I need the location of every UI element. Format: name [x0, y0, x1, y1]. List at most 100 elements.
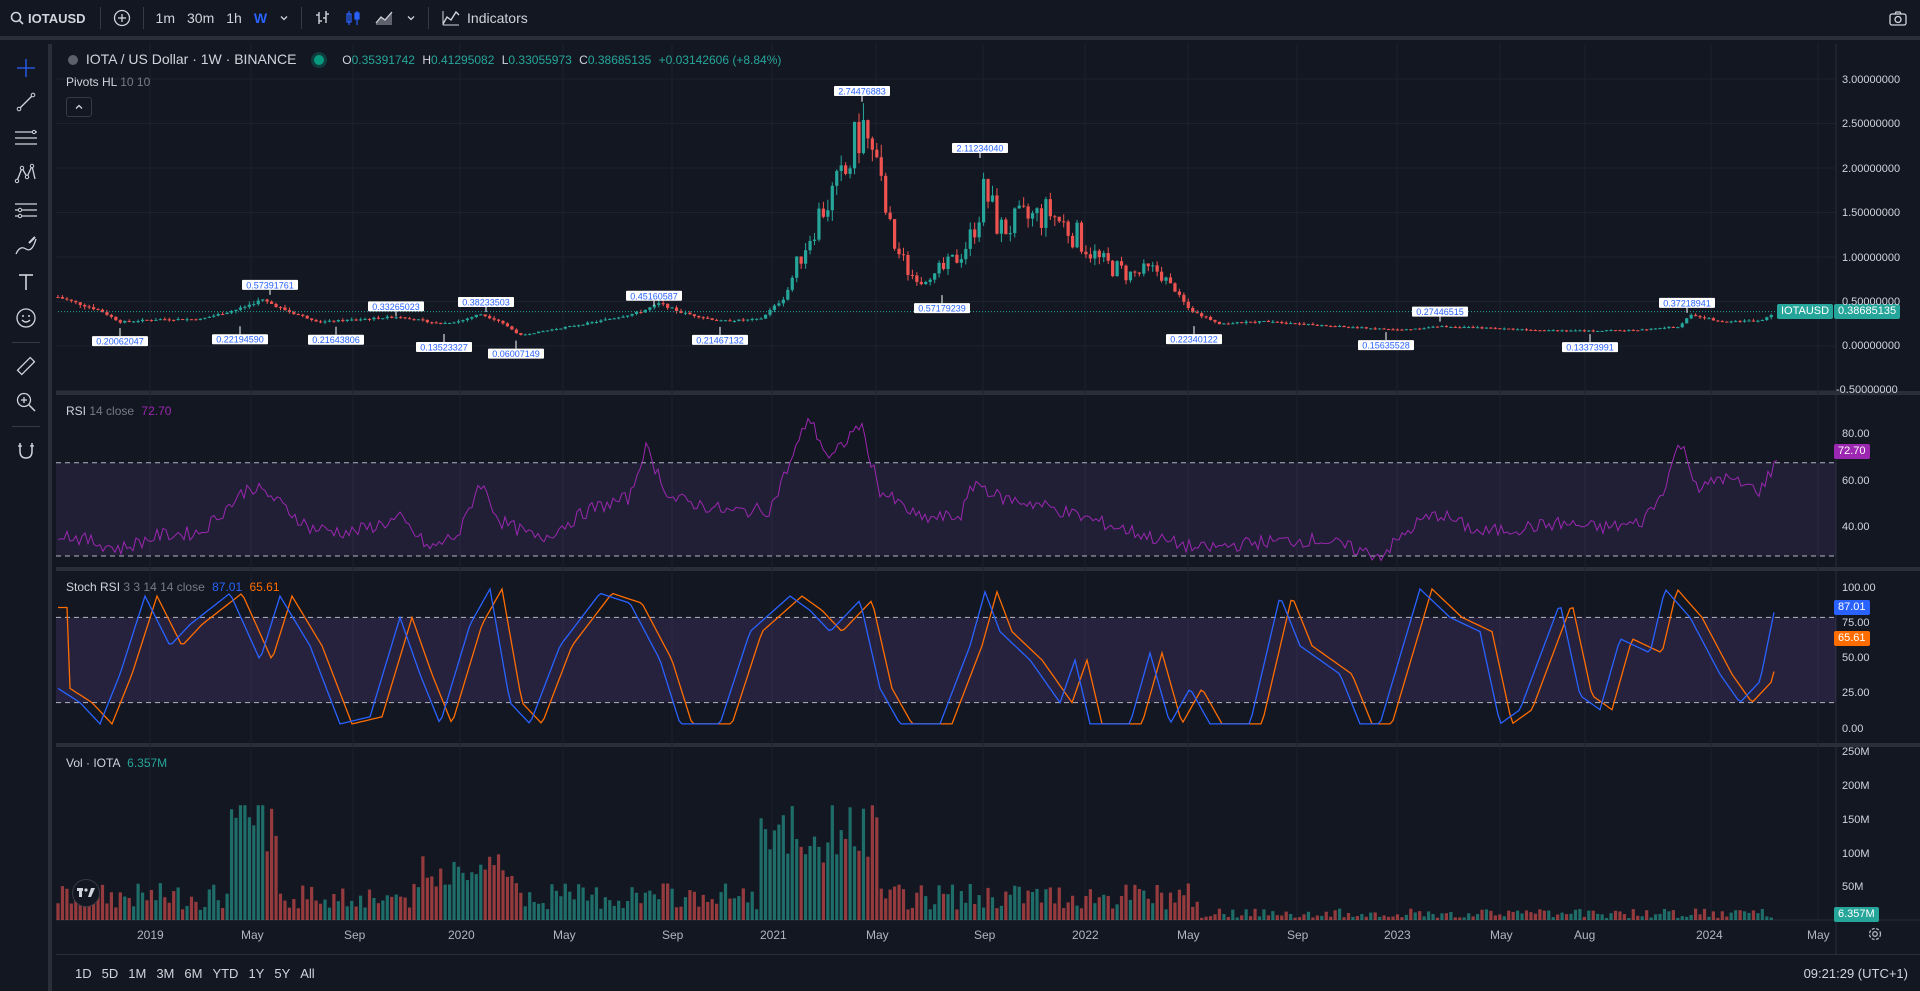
candle — [554, 329, 558, 331]
candle — [1039, 208, 1044, 228]
volume-bar — [666, 883, 670, 920]
range-1y[interactable]: 1Y — [243, 962, 269, 985]
volume-bar — [336, 901, 340, 920]
pivot-label: 0.20062047 — [96, 337, 144, 347]
candle — [301, 314, 305, 316]
candle — [1516, 329, 1520, 331]
volume-bar — [1271, 911, 1275, 920]
candle — [247, 304, 251, 307]
volume-bar — [879, 888, 883, 920]
candle — [1680, 323, 1684, 328]
volume-bar — [1035, 888, 1039, 920]
volume-bar — [830, 805, 834, 920]
candle — [483, 314, 487, 317]
candle — [875, 149, 879, 158]
candle — [1240, 322, 1244, 324]
range-5d[interactable]: 5D — [97, 962, 124, 985]
volume-bar — [1542, 910, 1546, 920]
volume-bar — [1133, 884, 1137, 920]
volume-bar — [1418, 911, 1422, 920]
candle — [799, 256, 803, 264]
volume-bar — [795, 839, 799, 920]
volume-bar — [1729, 912, 1733, 920]
range-3m[interactable]: 3M — [151, 962, 179, 985]
volume-bar — [1048, 887, 1052, 920]
candle — [1716, 320, 1720, 322]
candle — [741, 319, 745, 321]
volume-bar — [1293, 917, 1297, 920]
candle — [1605, 330, 1609, 332]
candle — [648, 307, 652, 310]
candle — [777, 303, 781, 306]
candle — [1200, 313, 1204, 317]
candle — [1030, 213, 1035, 219]
stoch-axis-label: 50.00 — [1842, 652, 1870, 664]
volume-bar — [1168, 892, 1173, 920]
volume-bar — [1115, 904, 1119, 920]
volume-bar — [1613, 910, 1618, 920]
volume-legend: Vol · IOTA 6.357M — [66, 756, 167, 770]
volume-bar — [1177, 889, 1181, 920]
candle — [697, 315, 701, 318]
volume-bar — [594, 887, 599, 920]
candle — [452, 322, 456, 324]
volume-bar — [1373, 912, 1377, 920]
candle — [826, 210, 830, 217]
volume-bar — [621, 907, 625, 920]
volume-bar — [1151, 903, 1155, 920]
volume-bar — [1653, 914, 1658, 920]
volume-bar — [581, 887, 585, 920]
candle — [474, 314, 478, 318]
candle — [737, 319, 741, 322]
volume-bar — [194, 901, 198, 920]
volume-bar — [1160, 892, 1164, 920]
chart-canvas[interactable]: 2.74476883 2.11234040 0.57391761 0.33265023… — [0, 0, 1920, 991]
candle — [590, 322, 594, 324]
candle — [1306, 323, 1311, 325]
collapse-legend-button[interactable] — [66, 97, 92, 117]
volume-bar — [114, 907, 118, 920]
volume-bar — [590, 894, 594, 920]
candle — [1685, 318, 1689, 324]
volume-bar — [425, 877, 429, 920]
range-6m[interactable]: 6M — [179, 962, 207, 985]
volume-bar — [1262, 909, 1266, 920]
volume-bar — [1378, 916, 1382, 920]
volume-bar — [928, 909, 932, 920]
candle — [1618, 330, 1622, 332]
volume-bar — [479, 864, 483, 920]
high-value: 0.41295082 — [430, 53, 495, 67]
candle — [336, 320, 340, 322]
volume-bar — [1573, 909, 1578, 920]
volume-bar — [901, 889, 906, 920]
candle — [154, 319, 158, 321]
candle — [1493, 327, 1497, 329]
range-1d[interactable]: 1D — [70, 962, 97, 985]
range-all[interactable]: All — [295, 962, 319, 985]
range-ytd[interactable]: YTD — [207, 962, 243, 985]
volume-bar — [1707, 916, 1711, 920]
settings-button[interactable] — [1867, 926, 1883, 945]
volume-bar — [1591, 910, 1595, 920]
candle — [176, 319, 180, 321]
volume-bar — [1533, 913, 1537, 920]
candle — [532, 333, 536, 335]
volume-bar — [674, 907, 679, 920]
candle — [145, 319, 149, 321]
candle — [194, 319, 198, 321]
range-5y[interactable]: 5Y — [269, 962, 295, 985]
candle — [1168, 277, 1173, 284]
candle — [1609, 330, 1613, 332]
range-1m[interactable]: 1M — [123, 962, 151, 985]
candle — [1280, 322, 1284, 324]
candle — [626, 315, 630, 317]
volume-bar — [746, 902, 750, 920]
volume-bar — [1462, 917, 1466, 920]
candle — [1569, 330, 1573, 332]
volume-bar — [1249, 916, 1253, 920]
volume-bar — [1471, 916, 1475, 920]
pivot-label: 0.45160587 — [630, 291, 678, 301]
candle — [1467, 326, 1471, 328]
candle — [439, 322, 443, 324]
volume-bar — [1645, 910, 1649, 920]
